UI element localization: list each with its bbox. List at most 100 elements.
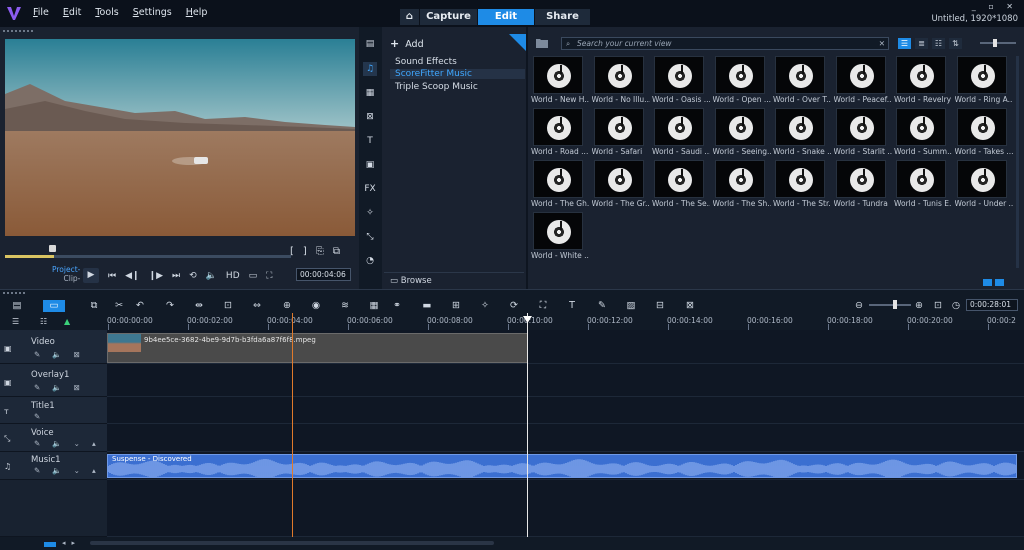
split-icon[interactable]: ⎘ [316, 246, 324, 257]
mark-out-button[interactable]: ] [303, 246, 307, 257]
track-lane-overlay1[interactable] [107, 364, 1024, 397]
track-edit-icon[interactable]: ✎ [34, 439, 40, 448]
music-tile[interactable]: World - Takes ... [955, 108, 1013, 158]
motion-icon[interactable]: ✧ [478, 300, 492, 312]
player-timecode[interactable]: 00:00:04:06 [296, 268, 351, 281]
music-tile[interactable]: World - New H... [531, 56, 589, 106]
track-lane-title1[interactable] [107, 397, 1024, 424]
music-tile[interactable]: World - The Gr... [592, 160, 650, 210]
snapshot-icon[interactable]: ⧉ [333, 246, 340, 257]
video-mask-icon[interactable]: ⊠ [683, 300, 697, 312]
music-tile[interactable]: World - The Sh... [713, 160, 771, 210]
nav-triple-scoop-music[interactable]: Triple Scoop Music [395, 82, 478, 92]
details-view-icon[interactable]: ☷ [932, 38, 945, 49]
tab-edit[interactable]: Edit [478, 9, 535, 25]
window-controls[interactable]: _ ▫ ✕ [972, 2, 1018, 11]
track-lock-icon[interactable]: ⊠ [74, 350, 80, 359]
time-remap-icon[interactable]: ⊟ [653, 300, 667, 312]
track-edit-icon[interactable]: ✎ [34, 412, 40, 421]
timeline-overview-icon[interactable] [44, 542, 56, 547]
list-view-icon[interactable]: ≣ [915, 38, 928, 49]
track-triangle-icon[interactable]: ▴ [92, 439, 96, 448]
timeline-ruler[interactable] [107, 313, 1024, 330]
project-mode-label[interactable]: Project- [52, 265, 80, 274]
browse-button[interactable]: ▭ Browse [390, 276, 432, 286]
motion-icon[interactable]: ✧ [363, 206, 377, 220]
copy-icon[interactable]: ⧉ [87, 300, 101, 312]
mark-in-button[interactable]: [ [290, 246, 294, 257]
timeline-zoom-slider[interactable] [869, 304, 911, 306]
motion-tracking-icon[interactable]: ⚭ [390, 300, 404, 312]
music-tile[interactable]: World - Peacef... [834, 56, 892, 106]
track-expand-icon[interactable]: ⌄ [74, 439, 80, 448]
music-tile[interactable]: World - Road ... [531, 108, 589, 158]
stabilize-icon[interactable]: ⊕ [280, 300, 294, 312]
next-frame-icon[interactable]: ❙▶ [149, 271, 163, 281]
title-text-icon[interactable]: T [565, 300, 579, 312]
music-tile[interactable]: World - Seeing... [713, 108, 771, 158]
timeline-view-icon[interactable]: ▭ [43, 300, 65, 312]
hd-button[interactable]: HD [226, 271, 240, 281]
show-video-icon[interactable] [995, 279, 1004, 286]
ripple-edit-icon[interactable]: ▲ [64, 317, 70, 326]
auto-music-icon[interactable]: ▦ [367, 300, 381, 312]
music-tile[interactable]: World - Snake ... [773, 108, 831, 158]
tools-icon[interactable]: ✂ [112, 300, 126, 312]
music-tile[interactable]: World - The Gh... [531, 160, 589, 210]
music-tile[interactable]: World - No Illu... [592, 56, 650, 106]
record-icon[interactable]: ◉ [309, 300, 323, 312]
home-tab[interactable]: ⌂ [400, 9, 420, 25]
thumbnail-size-slider[interactable] [980, 42, 1016, 44]
track-mute-icon[interactable]: 🔈 [52, 466, 61, 475]
music-tile[interactable]: World - Revelry [894, 56, 952, 106]
tab-capture[interactable]: Capture [420, 9, 478, 25]
music-tile[interactable]: World - Oasis ... [652, 56, 710, 106]
panel-grip[interactable] [3, 292, 25, 295]
music-tile[interactable]: World - The Se... [652, 160, 710, 210]
track-mute-icon[interactable]: 🔈 [52, 350, 61, 359]
music-tile[interactable]: World - The Str... [773, 160, 831, 210]
folder-icon[interactable] [536, 38, 548, 48]
menu-edit[interactable]: Edit [63, 7, 81, 18]
track-manager-icon[interactable]: ☰ [12, 317, 19, 326]
zoom-out-icon[interactable]: ⊖ [852, 300, 866, 312]
scroll-left-icon[interactable]: ◂ [62, 539, 66, 547]
scroll-right-icon[interactable]: ▸ [72, 539, 76, 547]
music-tile[interactable]: World - Tundra [834, 160, 892, 210]
mask-icon[interactable]: ✎ [595, 300, 609, 312]
music-tile[interactable]: World - Summ... [894, 108, 952, 158]
show-audio-icon[interactable] [983, 279, 992, 286]
timeline-zoom-handle[interactable] [893, 300, 897, 309]
track-edit-icon[interactable]: ✎ [34, 383, 40, 392]
tab-share[interactable]: Share [535, 9, 591, 25]
instant-project-icon[interactable]: ▦ [363, 86, 377, 100]
track-triangle-icon[interactable]: ▴ [92, 466, 96, 475]
aspect-icon[interactable]: ▭ [249, 271, 258, 281]
crop-icon[interactable]: ⊡ [221, 300, 235, 312]
add-button[interactable]: + Add [390, 37, 424, 50]
end-icon[interactable]: ⏭ [172, 271, 180, 281]
zoom-in-icon[interactable]: ⊕ [912, 300, 926, 312]
track-lock-icon[interactable]: ⊠ [74, 383, 80, 392]
music-clip[interactable]: Suspense - Discovered [107, 454, 1017, 478]
preview-options-icon[interactable]: ⛶ [266, 271, 272, 281]
project-duration[interactable]: 0:00:28:01 [966, 299, 1018, 311]
storyboard-view-icon[interactable]: ▤ [10, 300, 24, 312]
track-lane-voice[interactable] [107, 424, 1024, 452]
library-scrollbar[interactable] [1016, 56, 1019, 268]
music-tile[interactable]: World - Over T... [773, 56, 831, 106]
panel-grip[interactable] [3, 30, 33, 33]
media-icon[interactable]: ▤ [363, 37, 377, 51]
timeline-scrollbar[interactable] [90, 541, 494, 545]
home-icon[interactable]: ⏮ [108, 271, 116, 281]
split-screen-icon[interactable]: ⇔ [250, 300, 264, 312]
search-input[interactable]: ⌕ Search your current view ✕ [561, 37, 889, 50]
fit-icon[interactable]: ⛶ [536, 300, 550, 312]
sort-icon[interactable]: ⇅ [949, 38, 962, 49]
music-tile[interactable]: World - Saudi ... [652, 108, 710, 158]
path-icon[interactable]: ⤡ [363, 230, 377, 244]
music-tile[interactable]: World - Under ... [955, 160, 1013, 210]
track-expand-icon[interactable]: ⌄ [74, 466, 80, 475]
track-edit-icon[interactable]: ✎ [34, 466, 40, 475]
menu-file[interactable]: File [33, 7, 49, 18]
